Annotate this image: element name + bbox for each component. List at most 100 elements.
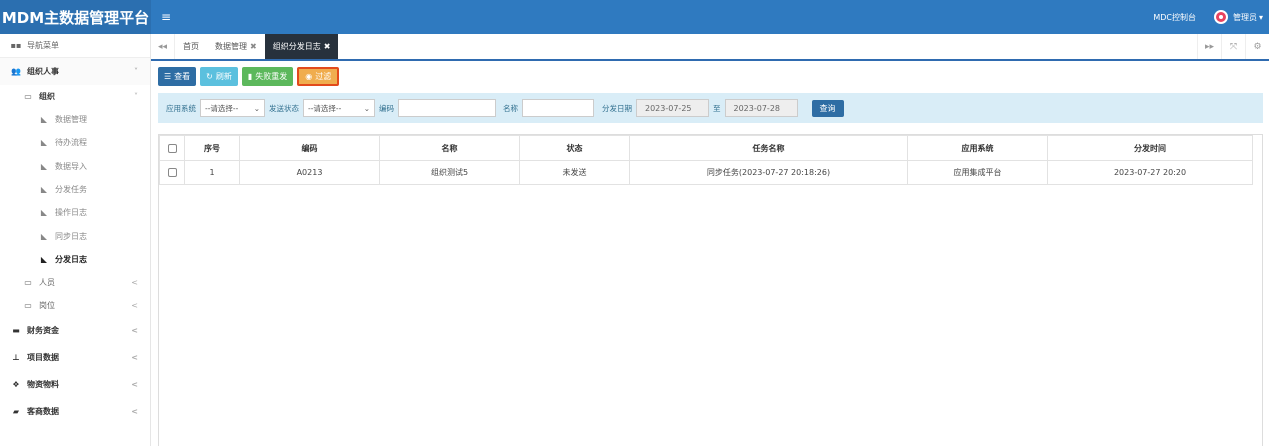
sidebar-item-label: 操作日志 — [55, 208, 87, 218]
sidebar-item-personnel[interactable]: ▭ 人员 < — [0, 271, 150, 294]
sidebar-item-label: 客商数据 — [27, 407, 59, 417]
tab-scroll-left-icon[interactable]: ◂◂ — [151, 34, 175, 59]
date-to-input[interactable]: 2023-07-28 — [724, 99, 798, 117]
row-select-cell — [159, 160, 185, 185]
sidebar-item-sync-log[interactable]: ◣ 同步日志 — [0, 224, 150, 247]
column-header[interactable]: 名称 — [379, 135, 520, 161]
data-table: 序号 编码 名称 状态 任务名称 应用系统 分发时间 1 A0213 组织测试5… — [159, 135, 1253, 185]
sidebar-title: ▪▪ 导航菜单 — [0, 34, 150, 58]
refresh-button-label: 刷新 — [215, 72, 232, 81]
column-header[interactable]: 分发时间 — [1047, 135, 1253, 161]
column-header[interactable]: 编码 — [239, 135, 380, 161]
tabs-right-controls: ▸▸ ⤧ ⚙ — [1197, 34, 1269, 59]
user-menu[interactable]: 管理员 ▾ — [1233, 12, 1263, 23]
cubes-icon: ❖ — [12, 380, 20, 390]
query-button[interactable]: 查询 — [811, 99, 844, 117]
list-icon: ☰ — [164, 72, 172, 81]
close-icon[interactable]: ✖ — [250, 42, 257, 51]
table-cell: 同步任务(2023-07-27 20:18:26) — [629, 160, 908, 185]
app-brand[interactable]: MDM主数据管理平台 — [0, 0, 151, 34]
eye-icon: ◉ — [305, 72, 313, 81]
table-cell: 组织测试5 — [379, 160, 520, 185]
code-input[interactable] — [398, 99, 496, 117]
chevron-left-icon: < — [131, 278, 138, 288]
dispatch-date-label: 分发日期 — [602, 103, 632, 113]
tab-org-dispatch-log[interactable]: 组织分发日志 ✖ — [264, 34, 339, 59]
sidebar-item-data-import[interactable]: ◣ 数据导入 — [0, 155, 150, 178]
filter-button[interactable]: ◉ 过滤 — [297, 67, 340, 86]
chevron-down-icon: ⌄ — [253, 103, 260, 113]
sidebar-item-materials[interactable]: ❖ 物资物料 < — [0, 371, 150, 398]
view-button[interactable]: ☰ 查看 — [158, 67, 197, 86]
tag-icon: ◣ — [40, 115, 48, 125]
sidebar-item-label: 同步日志 — [55, 231, 87, 241]
refresh-button[interactable]: ↻ 刷新 — [200, 67, 238, 86]
sidebar-item-dispatch-task[interactable]: ◣ 分发任务 — [0, 178, 150, 201]
app-system-select[interactable]: --请选择-- ⌄ — [200, 99, 265, 117]
chevron-left-icon: < — [131, 407, 138, 417]
tab-home[interactable]: 首页 — [175, 34, 207, 59]
menu-toggle-icon[interactable]: ≡ — [161, 10, 171, 24]
sidebar-item-label: 岗位 — [39, 301, 55, 311]
toolbar: ☰ 查看 ↻ 刷新 ▮ 失败重发 ◉ 过滤 — [158, 67, 340, 86]
column-header[interactable]: 状态 — [519, 135, 630, 161]
sidebar-item-label: 财务资金 — [27, 326, 59, 336]
select-all-checkbox[interactable] — [167, 143, 177, 153]
sidebar-item-label: 分发任务 — [55, 185, 87, 195]
tab-label: 数据管理 — [215, 42, 247, 51]
avatar[interactable] — [1213, 10, 1228, 24]
tab-scroll-right-icon[interactable]: ▸▸ — [1197, 34, 1221, 59]
file-icon: ▮ — [247, 72, 253, 81]
search-panel: 应用系统 --请选择-- ⌄ 发送状态 --请选择-- ⌄ 编码 名称 分发日期… — [158, 93, 1263, 123]
chevron-left-icon: < — [131, 326, 138, 336]
sidebar-item-label: 待办流程 — [55, 138, 87, 148]
chevron-left-icon: < — [131, 301, 138, 311]
tab-label: 组织分发日志 — [272, 42, 321, 51]
chevron-left-icon: < — [131, 380, 138, 390]
sidebar-item-org[interactable]: ▭ 组织 ˅ — [0, 85, 150, 108]
table-cell: 2023-07-27 20:20 — [1047, 160, 1253, 185]
sidebar-item-customer-data[interactable]: ▰ 客商数据 < — [0, 398, 150, 425]
chevron-down-icon: ▾ — [1258, 12, 1263, 22]
table-row[interactable]: 1 A0213 组织测试5 未发送 同步任务(2023-07-27 20:18:… — [159, 160, 1253, 185]
column-header[interactable]: 任务名称 — [629, 135, 908, 161]
sidebar: ▪▪ 导航菜单 👥 组织人事 ˅ ▭ 组织 ˅ ◣ 数据管理 ◣ 待办流程 ◣ … — [0, 34, 151, 446]
sidebar-item-org-personnel[interactable]: 👥 组织人事 ˅ — [0, 58, 150, 85]
table-cell: 1 — [184, 160, 240, 185]
sidebar-item-project-data[interactable]: ⊥ 项目数据 < — [0, 344, 150, 371]
tag-icon: ◣ — [40, 254, 48, 264]
chevron-down-icon: ˅ — [134, 92, 138, 101]
table-cell: A0213 — [239, 160, 380, 185]
close-icon[interactable]: ✖ — [324, 42, 331, 51]
fullscreen-icon[interactable]: ⤧ — [1221, 34, 1245, 59]
date-from-input[interactable]: 2023-07-25 — [636, 99, 709, 117]
sidebar-item-label: 人员 — [39, 278, 55, 288]
folder-icon: ▭ — [24, 278, 32, 288]
sidebar-item-dispatch-log[interactable]: ◣ 分发日志 — [0, 248, 150, 271]
send-status-label: 发送状态 — [269, 103, 299, 113]
failed-resend-button[interactable]: ▮ 失败重发 — [241, 67, 294, 86]
send-status-select[interactable]: --请选择-- ⌄ — [303, 99, 375, 117]
column-header[interactable]: 序号 — [184, 135, 240, 161]
sidebar-item-pending-flow[interactable]: ◣ 待办流程 — [0, 131, 150, 154]
chevron-down-icon: ˅ — [134, 67, 138, 76]
top-header: MDM主数据管理平台 ≡ MDC控制台 管理员 ▾ — [0, 0, 1269, 34]
mdc-console-link[interactable]: MDC控制台 — [1153, 12, 1196, 23]
tab-data-management[interactable]: 数据管理 ✖ — [207, 34, 265, 59]
name-input[interactable] — [522, 99, 594, 117]
column-header[interactable]: 应用系统 — [907, 135, 1048, 161]
sidebar-item-position[interactable]: ▭ 岗位 < — [0, 294, 150, 317]
sidebar-item-operation-log[interactable]: ◣ 操作日志 — [0, 201, 150, 224]
view-button-label: 查看 — [174, 72, 191, 81]
tag-icon: ◣ — [40, 208, 48, 218]
row-checkbox[interactable] — [167, 168, 177, 177]
date-to-label: 至 — [713, 103, 721, 113]
code-label: 编码 — [379, 103, 394, 113]
users-icon: 👥 — [11, 67, 21, 76]
chevron-left-icon: < — [131, 353, 138, 363]
credit-card-icon: ▬ — [12, 326, 20, 336]
sidebar-item-data-management[interactable]: ◣ 数据管理 — [0, 108, 150, 131]
app-system-value: --请选择-- — [205, 103, 239, 113]
gear-icon[interactable]: ⚙ — [1245, 34, 1269, 59]
sidebar-item-finance[interactable]: ▬ 财务资金 < — [0, 317, 150, 344]
